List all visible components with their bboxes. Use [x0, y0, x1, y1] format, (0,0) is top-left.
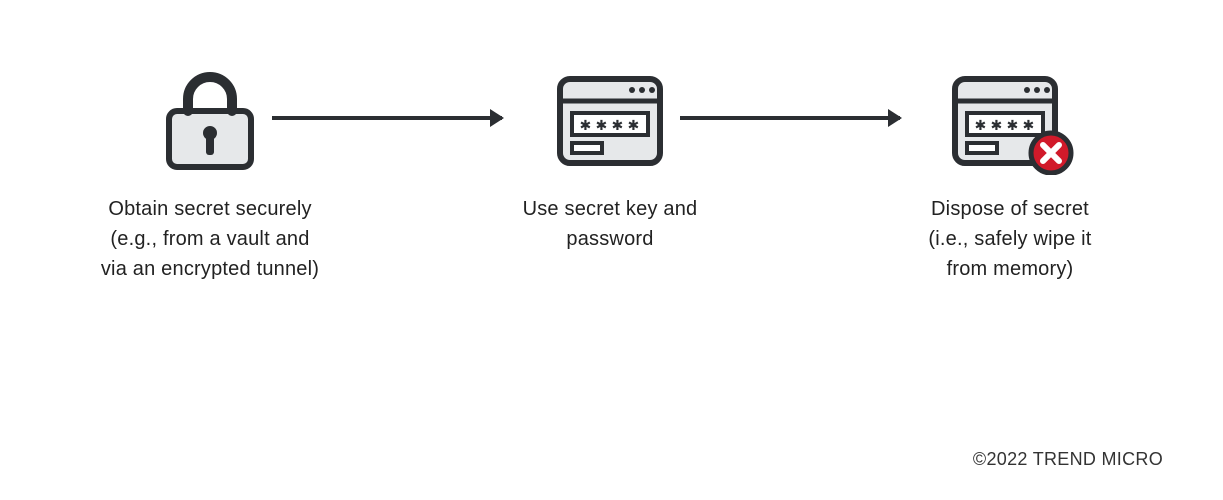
svg-text:✱: ✱	[628, 114, 639, 135]
caption-line: Dispose of secret	[931, 198, 1089, 220]
caption-line: (e.g., from a vault and	[110, 228, 309, 250]
step-caption: Dispose of secret (i.e., safely wipe it …	[880, 194, 1140, 284]
caption-line: Use secret key and	[523, 198, 698, 220]
caption-line: from memory)	[947, 258, 1074, 280]
password-window-delete-icon: ✱ ✱ ✱ ✱	[880, 60, 1140, 180]
svg-text:✱: ✱	[596, 114, 607, 135]
copyright-text: ©2022 TREND MICRO	[973, 449, 1163, 470]
svg-text:✱: ✱	[580, 114, 591, 135]
step-caption: Use secret key and password	[480, 194, 740, 254]
step-caption: Obtain secret securely (e.g., from a vau…	[80, 194, 340, 284]
caption-line: Obtain secret securely	[108, 198, 311, 220]
arrow-icon	[680, 116, 900, 120]
secret-lifecycle-diagram: Obtain secret securely (e.g., from a vau…	[0, 60, 1223, 440]
caption-line: via an encrypted tunnel)	[101, 258, 319, 280]
lock-icon	[80, 60, 340, 180]
step-use-secret: ✱ ✱ ✱ ✱ Use secret key and password	[480, 60, 740, 254]
password-window-icon: ✱ ✱ ✱ ✱	[480, 60, 740, 180]
caption-line: password	[566, 228, 653, 250]
step-dispose-secret: ✱ ✱ ✱ ✱ Dispose of secret (i.e., safely …	[880, 60, 1140, 284]
svg-text:✱: ✱	[975, 114, 986, 135]
svg-text:✱: ✱	[1007, 114, 1018, 135]
caption-line: (i.e., safely wipe it	[928, 228, 1091, 250]
step-obtain-secret: Obtain secret securely (e.g., from a vau…	[80, 60, 340, 284]
svg-text:✱: ✱	[1023, 114, 1034, 135]
svg-text:✱: ✱	[991, 114, 1002, 135]
arrow-icon	[272, 116, 502, 120]
svg-text:✱: ✱	[612, 114, 623, 135]
